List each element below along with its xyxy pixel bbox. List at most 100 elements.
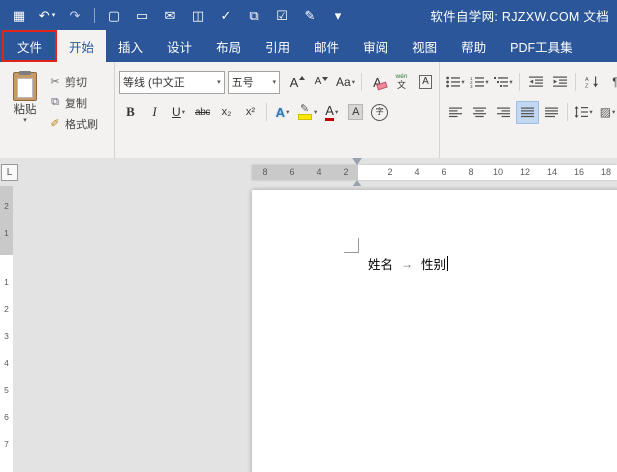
ruler-number: 7	[4, 439, 9, 449]
tab-home[interactable]: 开始	[57, 30, 107, 62]
text-effects-icon: A	[275, 104, 286, 120]
change-case-button[interactable]: Aa ▾	[334, 71, 357, 94]
form-controls-button[interactable]: ☑	[269, 3, 295, 27]
tab-pdf-tools[interactable]: PDF工具集	[498, 30, 585, 62]
show-formatting-marks-button[interactable]: ¶	[604, 71, 617, 94]
open-button[interactable]: ▭	[129, 3, 155, 27]
align-right-button[interactable]	[492, 101, 515, 124]
tab-insert[interactable]: 插入	[106, 30, 155, 62]
checkbox-form-icon: ☑	[276, 7, 288, 23]
undo-button[interactable]: ↶ ▾	[34, 3, 60, 27]
clear-formatting-button[interactable]: A	[366, 71, 389, 94]
ruler-number: 8	[262, 167, 268, 177]
group-divider	[519, 73, 520, 91]
spelling-check-icon: ✓	[220, 7, 232, 23]
line-spacing-button[interactable]: ▾	[572, 101, 595, 124]
strikethrough-button[interactable]: abc	[191, 101, 214, 124]
text-effects-button[interactable]: A ▾	[271, 101, 294, 124]
vertical-ruler[interactable]: 2 1 1 2 3 4 5 6 7	[0, 186, 13, 472]
enclose-characters-button[interactable]: 字	[368, 101, 391, 124]
group-divider	[266, 103, 267, 121]
character-border-button[interactable]: A	[414, 71, 437, 94]
word-window: ▦ ↶ ▾ ↷ ▢ ▭ ✉ ◫ ✓ ⧉ ☑ ✎ ▾ 软件自学网: RJZXW.CO…	[0, 0, 617, 472]
ruler-number: 16	[573, 167, 585, 177]
tab-design[interactable]: 设计	[155, 30, 204, 62]
tab-view[interactable]: 视图	[400, 30, 449, 62]
paragraph-group: ▾ 123 ▾ ▾ AZ ▾ ▨ ▾	[440, 62, 617, 158]
tab-stop-selector[interactable]: L	[1, 164, 18, 181]
subscript-button[interactable]: x₂	[215, 101, 238, 124]
shading-button[interactable]: ▨ ▾	[596, 101, 617, 124]
underline-button[interactable]: U ▾	[167, 101, 190, 124]
phonetic-guide-icon: wén 文	[396, 74, 408, 90]
bullets-button[interactable]: ▾	[444, 71, 467, 94]
copy-label: 复制	[65, 97, 87, 110]
sort-button[interactable]: AZ	[580, 71, 603, 94]
tab-review[interactable]: 审阅	[351, 30, 400, 62]
copy-button[interactable]: ⧉ 复制	[46, 94, 100, 111]
customize-toolbar-button[interactable]: ▾	[325, 3, 351, 27]
print-preview-button[interactable]: ◫	[185, 3, 211, 27]
font-name-select[interactable]: 等线 (中文正 ▾	[119, 70, 225, 94]
tab-file[interactable]: 文件	[2, 30, 58, 62]
character-shading-button[interactable]: A	[344, 101, 367, 124]
phonetic-guide-button[interactable]: wén 文	[390, 71, 413, 94]
spelling-grammar-button[interactable]: ✓	[213, 3, 239, 27]
email-button[interactable]: ✉	[157, 3, 183, 27]
ruler-number: 6	[441, 167, 447, 177]
italic-button[interactable]: I	[143, 101, 166, 124]
numbering-button[interactable]: 123 ▾	[468, 71, 491, 94]
tab-references[interactable]: 引用	[253, 30, 302, 62]
increase-indent-button[interactable]	[548, 71, 571, 94]
highlight-pen-icon: ✎	[297, 103, 313, 120]
save-button[interactable]: ▦	[6, 3, 32, 27]
text-highlight-button[interactable]: ✎ ▾	[295, 101, 319, 124]
font-color-button[interactable]: A ▾	[320, 101, 343, 124]
new-document-button[interactable]: ▢	[101, 3, 127, 27]
group-divider	[567, 103, 568, 121]
paste-button[interactable]: 粘贴 ▾	[4, 70, 46, 158]
font-size-select[interactable]: 五号 ▾	[227, 70, 280, 94]
character-shading-icon: A	[348, 104, 364, 120]
justify-button[interactable]	[516, 100, 539, 124]
chevron-down-icon: ▾	[351, 79, 355, 86]
align-center-icon	[473, 107, 486, 118]
phonetic-bottom: 文	[396, 79, 406, 90]
tab-formatting-mark: →	[401, 256, 414, 271]
cut-button[interactable]: ✂ 剪切	[46, 73, 100, 90]
tab-help[interactable]: 帮助	[449, 30, 498, 62]
document-text-line[interactable]: 姓名 → 性别	[368, 254, 449, 273]
pen-icon: ✎	[304, 7, 316, 23]
tab-mailings[interactable]: 邮件	[302, 30, 351, 62]
superscript-button[interactable]: x²	[239, 101, 262, 124]
draw-button[interactable]: ✎	[297, 3, 323, 27]
ruler-number: 2	[343, 167, 349, 177]
align-right-icon	[497, 107, 510, 118]
format-painter-button[interactable]: ✐ 格式刷	[46, 115, 100, 132]
shrink-font-button[interactable]: A	[310, 71, 333, 94]
bold-icon: B	[126, 104, 135, 119]
ruler-area: L 8 6 4 2 2 4 6 8 10 12 14 16 18	[0, 158, 617, 193]
document-page[interactable]: 姓名 → 性别	[252, 190, 617, 472]
paste-clipboard-icon	[13, 71, 37, 101]
multilevel-list-button[interactable]: ▾	[492, 71, 515, 94]
open-folder-icon: ▭	[135, 7, 149, 23]
align-left-button[interactable]	[444, 101, 467, 124]
scissors-icon: ✂	[50, 76, 60, 88]
grow-font-icon: A	[289, 74, 299, 90]
underline-icon: U	[172, 105, 181, 119]
quick-copy-button[interactable]: ⧉	[241, 3, 267, 27]
tab-layout[interactable]: 布局	[204, 30, 253, 62]
grow-font-button[interactable]: A	[286, 71, 309, 94]
horizontal-ruler[interactable]: 8 6 4 2 2 4 6 8 10 12 14 16 18	[252, 158, 617, 193]
justify-icon	[521, 107, 534, 118]
decrease-indent-button[interactable]	[524, 71, 547, 94]
redo-button[interactable]: ↷	[62, 3, 88, 27]
bold-button[interactable]: B	[119, 101, 142, 124]
chevron-down-icon: ▾	[485, 79, 489, 86]
distribute-button[interactable]	[540, 101, 563, 124]
first-line-indent-marker[interactable]	[352, 158, 362, 165]
align-center-button[interactable]	[468, 101, 491, 124]
email-icon: ✉	[164, 7, 176, 23]
svg-text:Z: Z	[585, 84, 589, 89]
